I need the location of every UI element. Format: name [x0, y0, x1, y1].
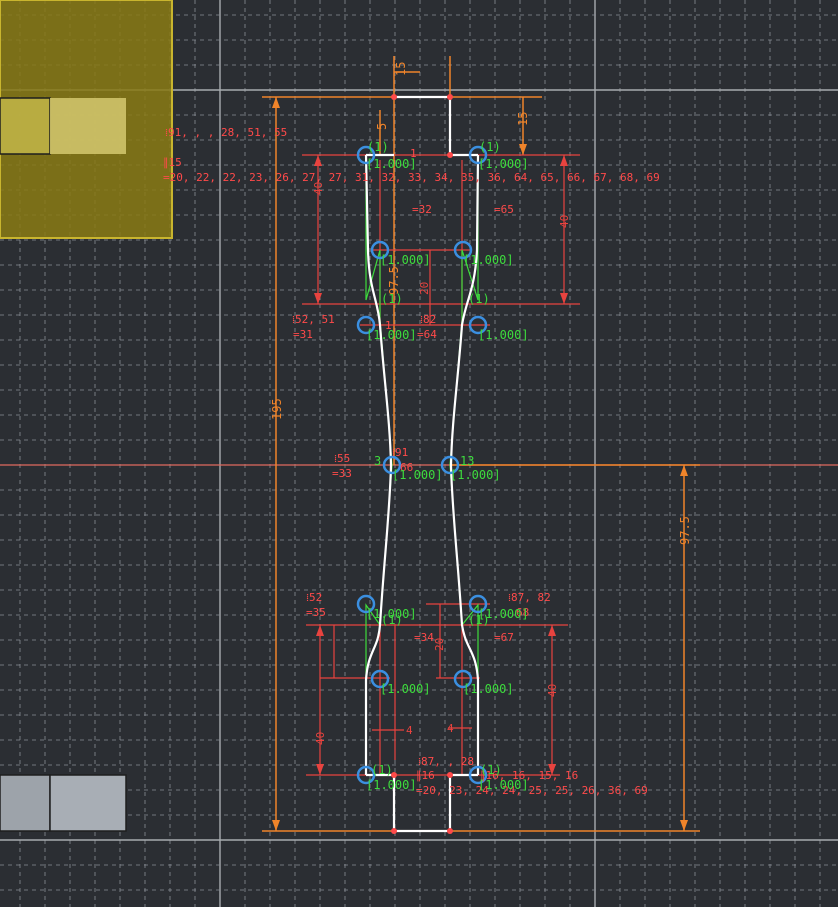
weight-label: [1.000]: [366, 328, 417, 342]
constraint-label[interactable]: ⁞87, 82: [508, 591, 551, 604]
constraint-label[interactable]: =31: [293, 328, 313, 341]
point-tag: (1): [468, 292, 490, 306]
point-tag: (1): [367, 140, 389, 154]
sketch-canvas[interactable]: 15 15 195 97.5 5 97.5 40 40 20 40 40 20 …: [0, 0, 838, 907]
constraint-label[interactable]: ⁞82: [420, 313, 436, 326]
constraint-label[interactable]: =67: [494, 631, 514, 644]
dim-small-5[interactable]: 5: [375, 123, 389, 130]
weight-label: [1.000]: [478, 157, 529, 171]
weight-label: [1.000]: [392, 468, 443, 482]
dim-small-4-right[interactable]: 4: [447, 722, 454, 735]
weight-label: [1.000]: [478, 778, 529, 792]
dim-total-height[interactable]: 195: [270, 398, 284, 420]
constraint-label[interactable]: =32: [412, 203, 432, 216]
constraint-label[interactable]: ∥16: [416, 769, 435, 782]
dim-upper-mid-20[interactable]: 20: [418, 282, 431, 295]
constraint-label[interactable]: ⁞55: [334, 452, 350, 465]
constraint-label[interactable]: =34: [414, 631, 434, 644]
constraint-label[interactable]: =65: [494, 203, 514, 216]
constraint-label[interactable]: ⁞91, , , 28, 51, 55: [165, 126, 287, 139]
dim-lower-mid-20[interactable]: 20: [433, 638, 446, 651]
constraint-label[interactable]: =20, 22, 22, 23, 26, 27, 27, 31, 32, 33,…: [163, 171, 660, 184]
weight-label: [1.000]: [380, 682, 431, 696]
weight-label: [1.000]: [366, 157, 417, 171]
weight-label: [1.000]: [366, 778, 417, 792]
weight-label: [1.000]: [463, 253, 514, 267]
dim-small-4-left[interactable]: 4: [406, 724, 413, 737]
constraint-label[interactable]: ⁞52, 51: [292, 313, 335, 326]
grey-block[interactable]: [0, 774, 127, 832]
constraint-label[interactable]: =64: [417, 328, 437, 341]
weight-label: [1.000]: [463, 682, 514, 696]
selected-face[interactable]: [0, 0, 173, 239]
dim-top-gap[interactable]: 15: [516, 112, 530, 126]
dim-upper-right-40[interactable]: 40: [558, 215, 571, 228]
constraint-label[interactable]: ∥15: [163, 156, 182, 169]
constraint-labels[interactable]: ⁞91, , , 28, 51, 55 ∥15 =20, 22, 22, 23,…: [163, 126, 660, 797]
constraint-label[interactable]: =20, 23, 24, 24, 25, 25, 26, 36, 69: [416, 784, 648, 797]
weight-label: [1.000]: [478, 607, 529, 621]
constraint-label[interactable]: ⁞87, , 28: [418, 755, 474, 768]
dim-half-height[interactable]: 97.5: [678, 516, 692, 545]
point-tag: (1): [371, 763, 393, 777]
constraint-label[interactable]: ⁞52: [306, 591, 322, 604]
point-tag: (1): [479, 140, 501, 154]
dim-lower-right-40[interactable]: 40: [546, 684, 559, 697]
constraint-label[interactable]: ⁞91: [392, 446, 408, 459]
weight-label: [1.000]: [366, 607, 417, 621]
point-tag: (1): [480, 763, 502, 777]
dim-top-offset[interactable]: 15: [394, 62, 408, 76]
constraint-label[interactable]: 3: [374, 454, 381, 468]
point-tag: (1): [381, 292, 403, 306]
weight-label: [1.000]: [450, 468, 501, 482]
weight-label: [1.000]: [380, 253, 431, 267]
dim-lower-left-40[interactable]: 40: [314, 732, 327, 745]
constraint-label[interactable]: =33: [332, 467, 352, 480]
weight-label: [1.000]: [478, 328, 529, 342]
constraint-label[interactable]: 13: [460, 454, 474, 468]
constraint-label[interactable]: =35: [306, 606, 326, 619]
dim-left-inner-height[interactable]: 97.5: [387, 266, 401, 295]
